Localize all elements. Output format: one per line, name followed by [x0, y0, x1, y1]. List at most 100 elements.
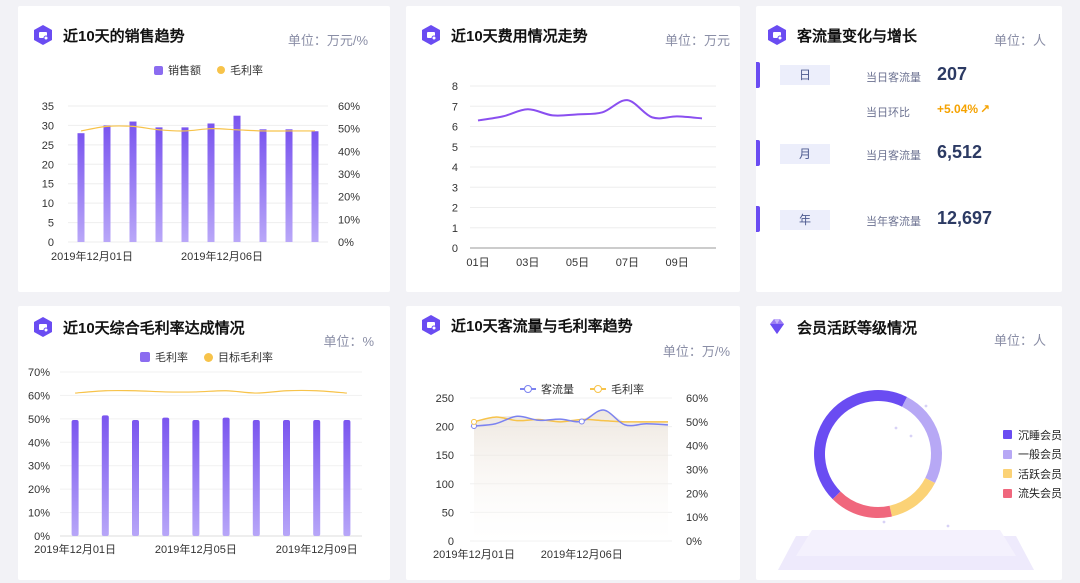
day-ratio-text: +5.04%	[937, 102, 979, 116]
y-tick-label: 3	[452, 182, 458, 194]
traffic-area	[474, 409, 668, 541]
y2-tick-label: 60%	[338, 101, 360, 113]
x-tick-label: 03日	[516, 257, 539, 269]
y-tick-label: 50%	[28, 414, 50, 426]
margin-bar	[192, 420, 200, 536]
y-tick-label: 2	[452, 203, 458, 215]
x-tick-label: 05日	[566, 257, 589, 269]
x-tick-label: 2019年12月05日	[155, 542, 237, 556]
sparkle-dot	[882, 520, 886, 524]
y2-tick-label: 0%	[338, 237, 354, 249]
sales-bar	[311, 131, 319, 242]
traffic-margin-point	[471, 418, 477, 425]
month-flow-label: 当月客流量	[866, 150, 921, 162]
margin-bar	[252, 420, 260, 536]
y-tick-label: 20%	[28, 484, 50, 496]
y-tick-label: 150	[436, 450, 454, 462]
member-legend: 沉睡会员 一般会员 活跃会员 流失会员	[1003, 425, 1062, 503]
donut-base-top	[796, 530, 1016, 556]
x-tick-label: 2019年12月06日	[541, 547, 623, 561]
year-flow-label: 当年客流量	[866, 216, 921, 228]
arrow-up-icon: ↗	[980, 102, 991, 116]
y-tick-label: 5	[452, 142, 458, 154]
day-chip[interactable]: 日	[780, 65, 830, 85]
x-tick-label: 07日	[616, 257, 639, 269]
legend-item-active[interactable]: 活跃会员	[1003, 464, 1062, 484]
y2-tick-label: 60%	[686, 393, 708, 405]
x-tick-label: 2019年12月01日	[34, 542, 116, 556]
month-indicator	[756, 140, 760, 166]
x-tick-label: 2019年12月01日	[51, 249, 133, 263]
margin-bar	[71, 420, 79, 536]
traffic-point	[578, 418, 585, 425]
day-ratio-value: +5.04% ↗	[937, 102, 990, 116]
sales-bar	[129, 121, 137, 242]
y-tick-label: 0	[452, 243, 458, 255]
legend-item-general[interactable]: 一般会员	[1003, 445, 1062, 465]
y2-tick-label: 50%	[686, 417, 708, 429]
x-tick-label: 09日	[665, 257, 688, 269]
y-tick-label: 35	[42, 101, 54, 113]
sales-bar	[285, 129, 293, 242]
day-ratio-label: 当日环比	[866, 107, 910, 119]
y-tick-label: 4	[452, 162, 458, 174]
x-tick-label: 2019年12月06日	[181, 249, 263, 263]
member-activity-panel: 会员活跃等级情况 单位：人 沉睡会员 一般会员 活跃会员 流失会员	[756, 306, 1062, 580]
legend-item-dormant[interactable]: 沉睡会员	[1003, 425, 1062, 445]
sales-trend-panel: 近10天的销售趋势 单位：万元/% 销售额 毛利率 0 5 10 15 20 25 30 35…	[18, 6, 390, 292]
y2-tick-label: 10%	[338, 214, 360, 226]
sparkle-dot	[894, 426, 898, 430]
y2-tick-label: 20%	[338, 192, 360, 204]
sales-bar	[181, 127, 189, 242]
y-tick-label: 0%	[34, 531, 50, 543]
y-tick-label: 0	[48, 237, 54, 249]
y-tick-label: 0	[448, 536, 454, 548]
month-chip[interactable]: 月	[780, 144, 830, 164]
cost-trend-panel: 近10天费用情况走势 单位：万元 0 1 2 3 4 5 6 7 8 01日 03日 05日 07日 09…	[406, 6, 740, 292]
x-tick-label: 2019年12月09日	[276, 542, 358, 556]
sales-bar	[233, 115, 241, 242]
y-tick-label: 15	[42, 179, 54, 191]
y2-tick-label: 50%	[338, 124, 360, 136]
y-tick-label: 20	[42, 159, 54, 171]
y2-tick-label: 30%	[338, 169, 360, 181]
y-tick-label: 25	[42, 140, 54, 152]
donut-slice	[889, 478, 936, 517]
month-flow-value: 6,512	[937, 142, 983, 162]
sales-bar	[155, 127, 163, 242]
y-tick-label: 1	[452, 223, 458, 235]
margin-line	[80, 125, 315, 132]
y2-tick-label: 30%	[686, 465, 708, 477]
margin-bar	[313, 420, 321, 536]
target-line	[75, 389, 347, 394]
traffic-margin-panel: 近10天客流量与毛利率趋势 单位：万/% 客流量 毛利率 0 50 100 150 20…	[406, 306, 740, 580]
cost-line	[477, 99, 703, 122]
margin-bar	[283, 420, 290, 536]
flow-title: 客流量变化与增长	[766, 24, 917, 46]
y-tick-label: 7	[452, 101, 458, 113]
year-flow-value: 12,697	[937, 208, 993, 228]
sparkle-dot	[946, 524, 950, 528]
sales-chart: 0 5 10 15 20 25 30 35 0% 10% 20% 30% 40% 50% 60% 2019年1…	[42, 101, 360, 263]
traffic-chart: 0 50 100 150 200 250 0% 10% 20% 30% 40% 50% 60% 2019年…	[433, 393, 708, 561]
sales-bar	[103, 125, 111, 242]
y-tick-label: 70%	[28, 367, 50, 379]
margin-bar	[162, 417, 170, 536]
x-tick-label: 2019年12月01日	[433, 547, 515, 561]
sparkle-dot	[924, 404, 928, 408]
margin-bar	[222, 417, 230, 536]
margin-achievement-panel: 近10天综合毛利率达成情况 单位：% 毛利率 目标毛利率 0% 10% 20% 30%…	[18, 306, 390, 580]
legend-label: 沉睡会员	[1018, 429, 1062, 442]
y2-tick-label: 20%	[686, 488, 708, 500]
donut-slice	[902, 396, 942, 484]
legend-label: 流失会员	[1018, 488, 1062, 501]
day-indicator	[756, 62, 760, 88]
y-tick-label: 10	[42, 198, 54, 210]
margin-chart: 0% 10% 20% 30% 40% 50% 60% 70% 2019年12月01日 2019年1…	[28, 367, 362, 556]
cost-chart: 0 1 2 3 4 5 6 7 8 01日 03日 05日 07日 09日	[452, 81, 716, 269]
y2-tick-label: 40%	[686, 441, 708, 453]
y-tick-label: 40%	[28, 437, 50, 449]
y-tick-label: 50	[442, 507, 454, 519]
legend-item-lost[interactable]: 流失会员	[1003, 484, 1062, 504]
year-chip[interactable]: 年	[780, 210, 830, 230]
